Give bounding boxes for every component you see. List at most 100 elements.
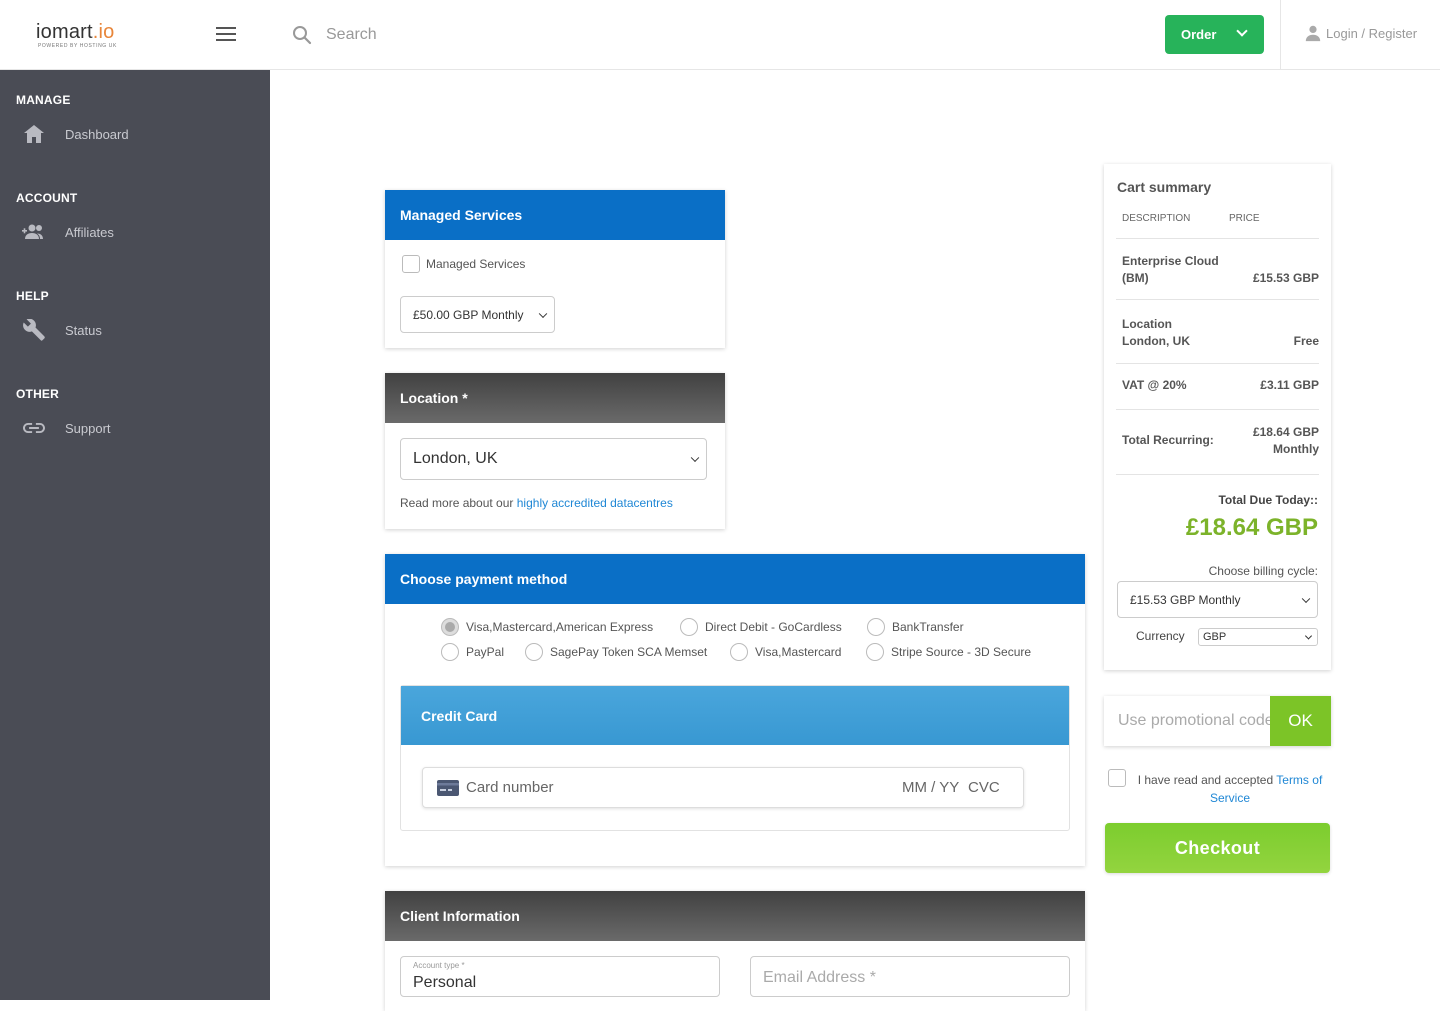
datacentre-note-text: Read more about our	[400, 496, 514, 510]
payment-option[interactable]: Visa,Mastercard,American Express	[441, 618, 653, 636]
managed-services-panel: Managed Services Managed Services £50.00…	[385, 190, 725, 348]
home-icon	[22, 122, 46, 146]
login-register-link[interactable]: Login / Register	[1304, 24, 1417, 42]
payment-option[interactable]: BankTransfer	[867, 618, 964, 636]
divider	[1116, 409, 1319, 410]
payment-option[interactable]: SagePay Token SCA Memset	[525, 643, 707, 661]
logo-tagline: POWERED BY HOSTING UK	[38, 43, 117, 49]
card-number-field[interactable]: Card number MM / YY CVC	[422, 767, 1024, 808]
radio[interactable]	[680, 618, 698, 636]
tos-checkbox-box[interactable]	[1108, 769, 1126, 787]
cart-row-location: Location London, UK Free	[1122, 316, 1319, 350]
managed-services-select[interactable]: £50.00 GBP Monthly	[400, 296, 555, 333]
wrench-icon	[22, 318, 46, 342]
header-divider	[1280, 0, 1281, 70]
location-select[interactable]: London, UK	[400, 438, 707, 480]
sidebar-item-label: Affiliates	[65, 224, 114, 240]
order-button-label: Order	[1181, 27, 1217, 42]
radio[interactable]	[525, 643, 543, 661]
cart-row-vat: VAT @ 20% £3.11 GBP	[1122, 378, 1319, 392]
location-price: Free	[1293, 334, 1319, 348]
menu-toggle-icon[interactable]	[216, 27, 236, 43]
sidebar-item-label: Status	[65, 322, 102, 338]
account-type-select[interactable]: Account type * Personal	[400, 956, 720, 997]
promo-code-box: OK	[1104, 696, 1331, 746]
cart-row-product: Enterprise Cloud (BM) £15.53 GBP	[1122, 253, 1319, 287]
credit-card-box: Credit Card Card number MM / YY CVC	[400, 685, 1070, 831]
product-price: £15.53 GBP	[1252, 271, 1319, 285]
col-description: DESCRIPTION	[1122, 213, 1191, 224]
chevron-down-icon	[690, 453, 700, 463]
managed-services-checkbox-label: Managed Services	[426, 257, 526, 271]
total-due-today-label: Total Due Today::	[1218, 493, 1318, 507]
logo-text: iomart	[36, 21, 93, 43]
payment-option[interactable]: Stripe Source - 3D Secure	[866, 643, 1031, 661]
radio[interactable]	[441, 643, 459, 661]
sidebar-item-label: Support	[65, 420, 111, 436]
top-bar: iomart.io POWERED BY HOSTING UK Order Lo…	[0, 0, 1440, 70]
search-icon	[293, 26, 312, 45]
billing-cycle-select[interactable]: £15.53 GBP Monthly	[1117, 581, 1318, 618]
sidebar-item-dashboard[interactable]: Dashboard	[22, 120, 129, 148]
managed-services-option[interactable]: Managed Services	[402, 255, 525, 273]
location-label: Location	[1122, 317, 1172, 331]
divider	[1116, 238, 1319, 239]
total-due-today-value: £18.64 GBP	[1185, 514, 1318, 541]
cvc-placeholder[interactable]: CVC	[968, 779, 1000, 796]
currency-select[interactable]: GBP	[1198, 628, 1318, 646]
radio-selected[interactable]	[441, 618, 459, 636]
payment-option[interactable]: Visa,Mastercard	[730, 643, 841, 661]
payment-option-label: Stripe Source - 3D Secure	[891, 645, 1032, 659]
terms-of-service-link[interactable]: Terms of	[1276, 773, 1322, 787]
order-button[interactable]: Order	[1165, 15, 1264, 54]
cart-row-total-recurring: Total Recurring: £18.64 GBP Monthly	[1122, 424, 1319, 464]
client-information-title: Client Information	[385, 891, 1085, 941]
managed-services-checkbox[interactable]	[402, 255, 420, 273]
payment-option-label: Visa,Mastercard,American Express	[466, 620, 654, 634]
location-title: Location *	[385, 373, 725, 423]
link-icon	[22, 416, 46, 440]
total-recurring-period: Monthly	[1273, 442, 1319, 456]
payment-option-label: BankTransfer	[892, 620, 964, 634]
total-recurring-label: Total Recurring:	[1122, 433, 1214, 447]
billing-cycle-label: Choose billing cycle:	[1208, 564, 1318, 578]
tos-checkbox[interactable]	[1108, 769, 1126, 787]
users-icon	[22, 220, 46, 244]
payment-option-label: PayPal	[466, 645, 505, 659]
logo[interactable]: iomart.io POWERED BY HOSTING UK	[36, 22, 146, 49]
account-type-label: Account type *	[413, 961, 465, 970]
chevron-down-icon	[1304, 632, 1313, 640]
expiry-placeholder[interactable]: MM / YY	[902, 779, 959, 796]
payment-option-label: SagePay Token SCA Memset	[550, 645, 708, 659]
sidebar-item-status[interactable]: Status	[22, 316, 102, 344]
payment-option-label: Direct Debit - GoCardless	[705, 620, 842, 634]
checkout-button[interactable]: Checkout	[1105, 823, 1330, 873]
sidebar: MANAGE Dashboard ACCOUNT Affiliates HELP…	[0, 70, 270, 1000]
radio[interactable]	[867, 618, 885, 636]
client-information-panel: Client Information Account type * Person…	[385, 891, 1085, 1011]
terms-of-service-link-cont[interactable]: Service	[1210, 791, 1250, 805]
sidebar-item-affiliates[interactable]: Affiliates	[22, 218, 114, 246]
email-field[interactable]: Email Address *	[750, 956, 1070, 997]
currency-label: Currency	[1136, 629, 1185, 643]
radio[interactable]	[730, 643, 748, 661]
radio[interactable]	[866, 643, 884, 661]
location-panel: Location * London, UK Read more about ou…	[385, 373, 725, 529]
payment-option[interactable]: Direct Debit - GoCardless	[680, 618, 842, 636]
sidebar-item-support[interactable]: Support	[22, 414, 111, 442]
credit-card-icon	[437, 780, 459, 796]
promo-code-input[interactable]	[1104, 696, 1270, 746]
card-number-placeholder: Card number	[466, 779, 554, 796]
billing-cycle-value: £15.53 GBP Monthly	[1130, 592, 1241, 607]
location-select-value: London, UK	[413, 450, 498, 467]
promo-ok-button[interactable]: OK	[1270, 696, 1331, 746]
credit-card-title: Credit Card	[401, 686, 1069, 745]
divider	[1116, 363, 1319, 364]
sidebar-item-label: Dashboard	[65, 126, 129, 142]
payment-option[interactable]: PayPal	[441, 643, 504, 661]
user-icon	[1305, 25, 1321, 42]
datacentres-link[interactable]: highly accredited datacentres	[517, 496, 673, 510]
tos-text: I have read and accepted Terms of Servic…	[1130, 771, 1330, 807]
search-input[interactable]	[326, 18, 726, 52]
currency-value: GBP	[1203, 631, 1227, 643]
